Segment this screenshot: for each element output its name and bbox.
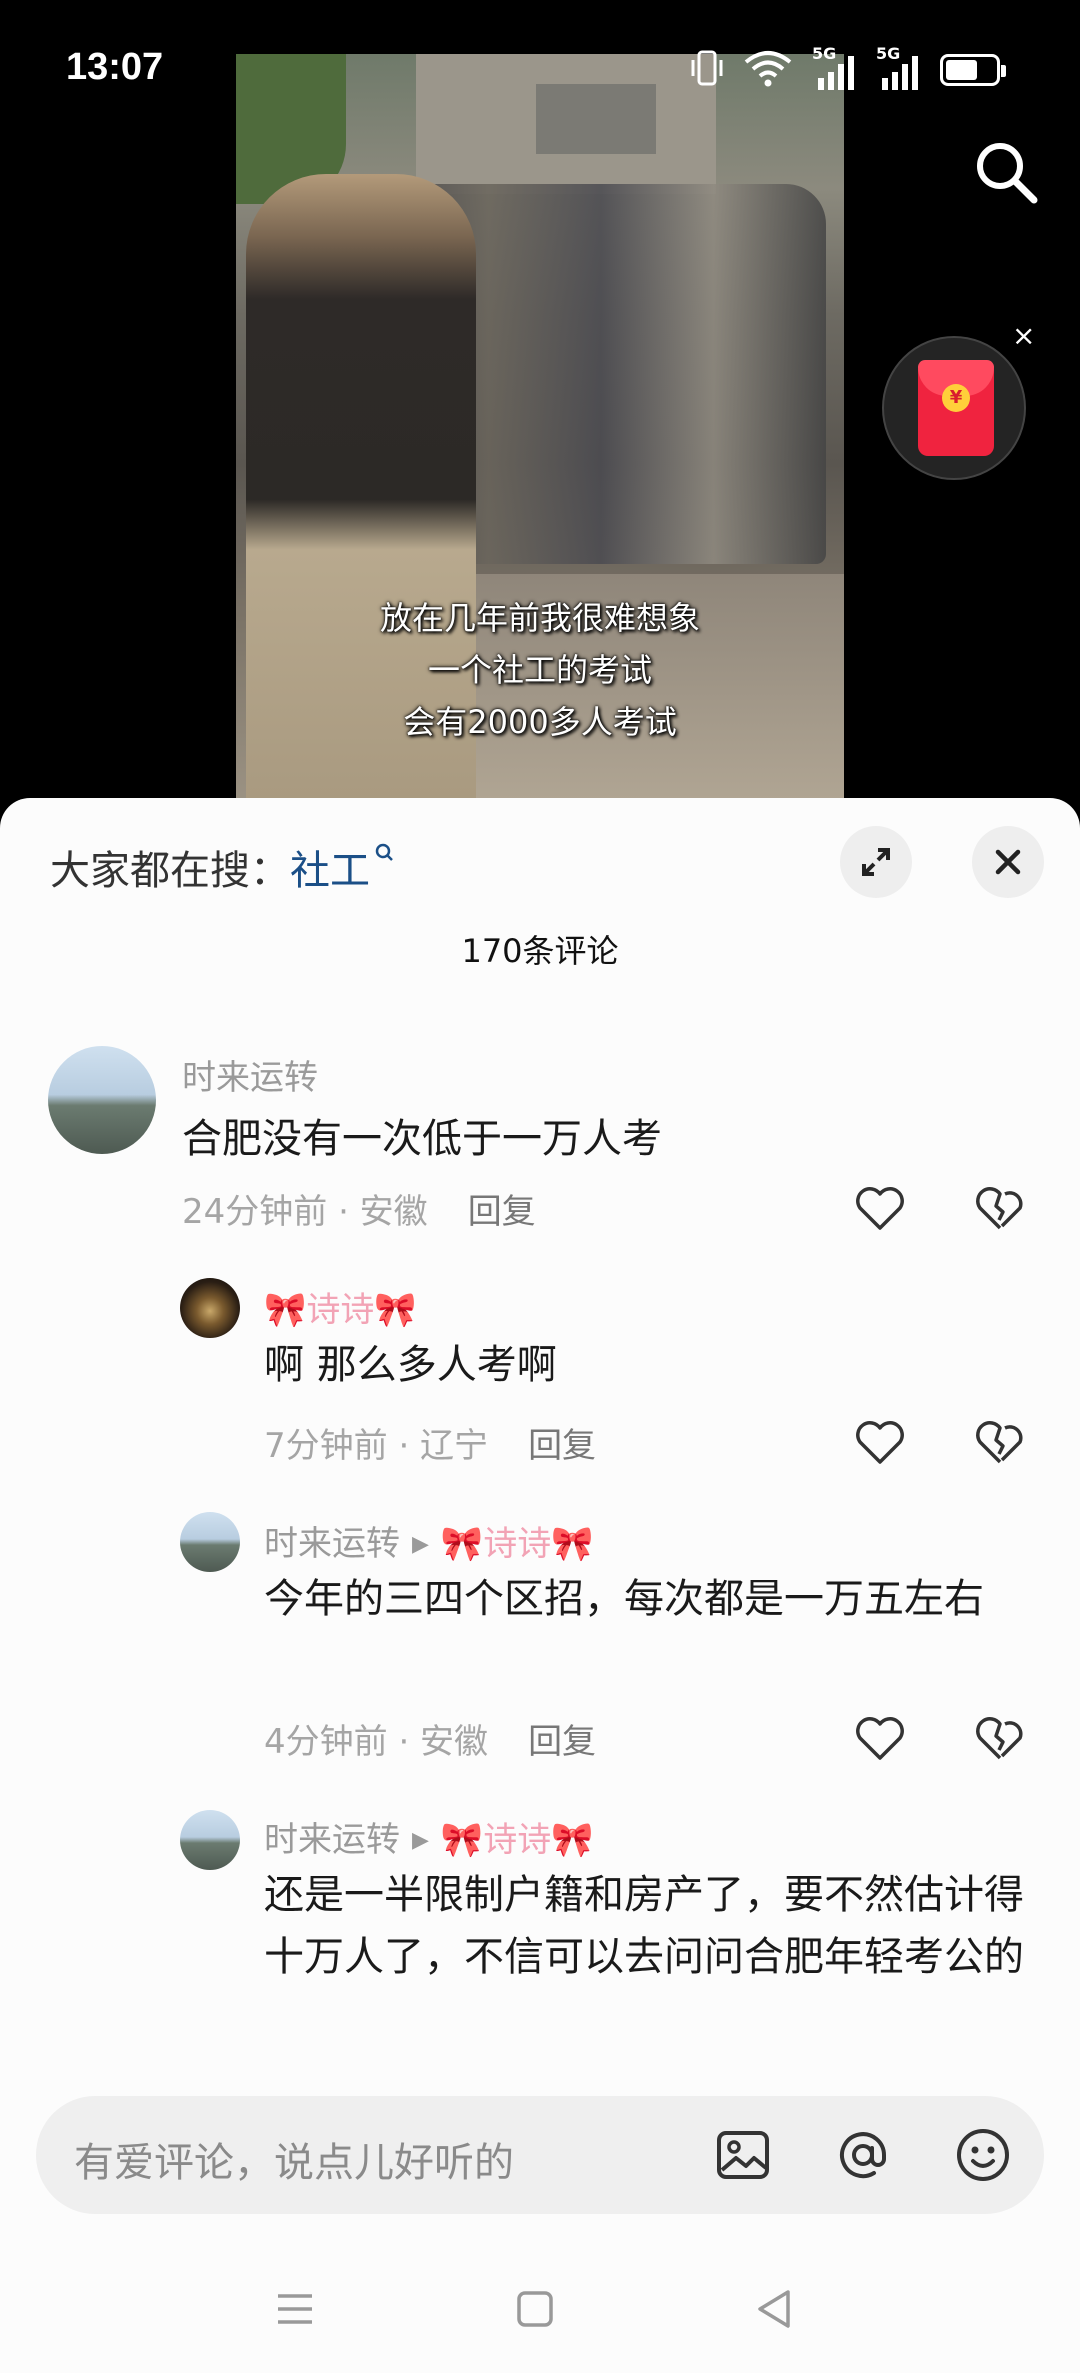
subtitle-line: 放在几年前我很难想象 [379, 599, 700, 637]
comment-time-location: 7分钟前 · 辽宁 [264, 1426, 489, 1466]
emoji-button[interactable] [954, 2126, 1012, 2184]
mention-button[interactable] [834, 2126, 892, 2184]
reply-to-username[interactable]: 🎀诗诗🎀 [441, 1524, 594, 1564]
emoji-icon [957, 2129, 1009, 2181]
battery-level [946, 60, 977, 80]
broken-heart-icon [976, 1187, 1023, 1230]
comment-username[interactable]: 🎀诗诗🎀 [264, 1282, 417, 1331]
comment-input-placeholder[interactable]: 有爱评论，说点儿好听的 [74, 2130, 514, 2188]
video-player[interactable]: 放在几年前我很难想象 一个社工的考试 会有2000多人考试 13:07 5G 5… [0, 0, 1080, 800]
comment-meta: 4分钟前 · 安徽 回复 [264, 1714, 596, 1763]
comment-username[interactable]: 时来运转 [182, 1050, 318, 1099]
broken-heart-icon [976, 1717, 1023, 1760]
comment-meta: 24分钟前 · 安徽 回复 [182, 1184, 536, 1233]
avatar[interactable] [180, 1278, 240, 1338]
comment-text: 今年的三四个区招，每次都是一万五左右 [264, 1576, 984, 1622]
comment-time-location: 24分钟前 · 安徽 [182, 1192, 428, 1232]
like-button[interactable] [852, 1414, 908, 1470]
username-text: 时来运转 [264, 1524, 400, 1564]
network-type-label: 5G [812, 44, 837, 63]
avatar[interactable] [180, 1512, 240, 1572]
system-navigation-bar [0, 2262, 1080, 2373]
comment-text: 还是一半限制户籍和房产了，要不然估计得十万人了，不信可以去问问合肥年轻考公的 [264, 1872, 1024, 1980]
status-icons: 5G 5G [690, 44, 1006, 92]
like-button[interactable] [852, 1180, 908, 1236]
wifi-icon [742, 48, 794, 92]
comment-meta: 7分钟前 · 辽宁 回复 [264, 1418, 596, 1467]
home-button[interactable] [510, 2284, 560, 2334]
close-button[interactable] [972, 826, 1044, 898]
avatar[interactable] [180, 1810, 240, 1870]
vibrate-icon [690, 48, 724, 92]
username-text: 时来运转 [264, 1820, 400, 1860]
video-subtitle: 放在几年前我很难想象 一个社工的考试 会有2000多人考试 [236, 592, 844, 748]
battery-icon [940, 54, 1006, 86]
reply-button[interactable]: 回复 [468, 1192, 536, 1232]
image-button[interactable] [714, 2126, 772, 2184]
heart-icon [856, 1717, 904, 1760]
signal-icon: 5G [876, 44, 922, 92]
dislike-button[interactable] [972, 1414, 1028, 1470]
subtitle-line: 会有2000多人考试 [403, 703, 677, 741]
video-frame[interactable]: 放在几年前我很难想象 一个社工的考试 会有2000多人考试 [236, 54, 844, 800]
yuan-coin-icon: ¥ [942, 384, 970, 412]
red-packet-close-button[interactable]: × [1012, 322, 1035, 350]
red-packet-button[interactable]: ¥ [882, 336, 1026, 480]
avatar[interactable] [48, 1046, 156, 1154]
reply-button[interactable]: 回复 [528, 1426, 596, 1466]
subtitle-line: 一个社工的考试 [427, 651, 652, 689]
comment-username[interactable]: 时来运转 ▶ 🎀诗诗🎀 [264, 1516, 594, 1565]
comment-text: 啊 那么多人考啊 [264, 1342, 557, 1388]
menu-icon [278, 2294, 312, 2324]
menu-button[interactable] [270, 2284, 320, 2334]
trending-label: 大家都在搜： [50, 848, 290, 894]
status-bar: 13:07 5G 5G [0, 0, 1080, 140]
like-button[interactable] [852, 1710, 908, 1766]
home-square-icon [517, 2291, 553, 2327]
search-button[interactable] [972, 138, 1042, 208]
back-triangle-icon [758, 2290, 790, 2328]
search-icon [977, 143, 1038, 204]
comment-username[interactable]: 时来运转 ▶ 🎀诗诗🎀 [264, 1812, 594, 1861]
comment-time-location: 4分钟前 · 安徽 [264, 1722, 489, 1762]
broken-heart-icon [976, 1421, 1023, 1464]
red-packet-icon: ¥ [918, 360, 994, 456]
comment-text: 合肥没有一次低于一万人考 [182, 1116, 662, 1162]
trending-search[interactable]: 大家都在搜：社工 [50, 838, 394, 896]
signal-icon: 5G [812, 44, 858, 92]
back-button[interactable] [750, 2284, 800, 2334]
comment-input[interactable]: 有爱评论，说点儿好听的 [36, 2096, 1044, 2214]
at-icon [840, 2132, 886, 2179]
reply-arrow-icon: ▶ [412, 1532, 429, 1557]
expand-icon [862, 848, 890, 876]
reply-to-username[interactable]: 🎀诗诗🎀 [441, 1820, 594, 1860]
network-type-label: 5G [876, 44, 901, 63]
comment-count: 170条评论 [461, 932, 619, 970]
heart-icon [856, 1421, 904, 1464]
heart-icon [856, 1187, 904, 1230]
image-icon [717, 2131, 769, 2179]
username-text: 🎀诗诗🎀 [264, 1290, 417, 1330]
status-time: 13:07 [66, 46, 164, 88]
expand-button[interactable] [840, 826, 912, 898]
search-small-icon [375, 843, 393, 861]
dislike-button[interactable] [972, 1710, 1028, 1766]
reply-button[interactable]: 回复 [528, 1722, 596, 1762]
comment-sheet: 大家都在搜：社工 170条评论 时来运转 合肥没有一次低于一万人考 24分钟前 … [0, 798, 1080, 2373]
close-icon [995, 849, 1021, 875]
trending-term-link[interactable]: 社工 [290, 848, 370, 894]
reply-arrow-icon: ▶ [412, 1828, 429, 1853]
dislike-button[interactable] [972, 1180, 1028, 1236]
